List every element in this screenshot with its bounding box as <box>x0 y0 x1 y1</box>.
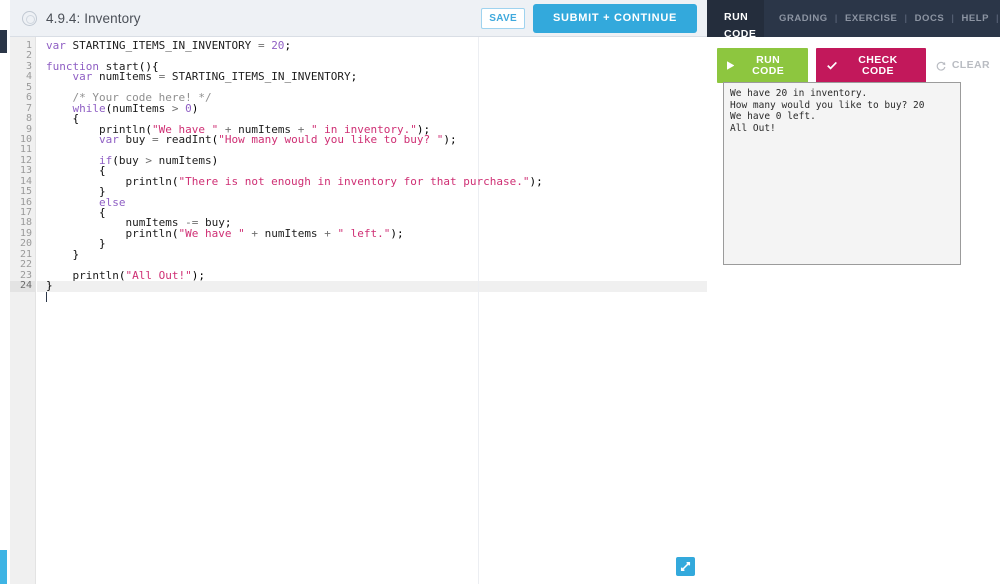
nav-separator: | <box>834 13 838 24</box>
code-line[interactable]: while(numItems > 0) <box>37 102 707 114</box>
nav-link-help[interactable]: HELP <box>961 13 989 24</box>
run-code-tab-line1: RUN <box>724 11 749 23</box>
run-panel: GRADING|EXERCISE|DOCS|HELP|MORE RUN CODE… <box>707 0 1000 584</box>
code-line[interactable]: var buy = readInt("How many would you li… <box>37 134 707 145</box>
nav-separator: | <box>996 13 1000 24</box>
code-line[interactable]: } <box>37 238 707 249</box>
line-number[interactable]: 5 <box>10 82 36 93</box>
code-surface[interactable]: var STARTING_ITEMS_IN_INVENTORY = 20; fu… <box>37 37 707 584</box>
circle-logo-icon <box>22 11 37 26</box>
exercise-header-left: 4.9.4: Inventory <box>10 0 141 37</box>
code-line[interactable]: } <box>37 186 707 197</box>
left-dark-accent-strip <box>0 30 7 53</box>
clear-button-label: CLEAR <box>951 59 990 72</box>
expand-diagonal-icon <box>680 561 691 572</box>
line-number[interactable]: 6 <box>10 92 42 104</box>
console-line: We have 0 left. <box>730 111 816 123</box>
check-code-button[interactable]: CHECK CODE <box>815 48 926 83</box>
exercise-header-bar: 4.9.4: Inventory SAVE SUBMIT + CONTINUE <box>10 0 707 37</box>
text-caret <box>46 292 47 302</box>
run-panel-actions: RUN CODE CHECK CODE CLEAR <box>717 48 1000 83</box>
save-button[interactable]: SAVE <box>481 8 525 29</box>
run-code-button-label: RUN CODE <box>752 54 785 77</box>
checkmark-icon <box>826 61 837 70</box>
line-number[interactable]: 8 <box>10 113 42 125</box>
code-editor[interactable]: 123456789101112131415161718192021222324 … <box>10 37 707 584</box>
editor-gutter: 123456789101112131415161718192021222324 <box>10 37 42 584</box>
nav-separator: | <box>904 13 908 24</box>
line-number[interactable]: 1 <box>10 40 36 51</box>
editor-pane: 4.9.4: Inventory SAVE SUBMIT + CONTINUE … <box>0 0 707 584</box>
left-blue-tab[interactable] <box>0 550 7 584</box>
code-line[interactable]: } <box>37 280 707 291</box>
run-code-button[interactable]: RUN CODE <box>717 48 808 83</box>
submit-continue-button[interactable]: SUBMIT + CONTINUE <box>532 4 697 33</box>
code-line[interactable]: println("There is not enough in inventor… <box>37 175 707 187</box>
code-line[interactable]: if(buy > numItems) <box>37 155 707 166</box>
line-number[interactable]: 24 <box>10 280 36 292</box>
clear-button[interactable]: CLEAR <box>926 53 1000 78</box>
code-line[interactable]: var STARTING_ITEMS_IN_INVENTORY = 20; <box>37 40 707 51</box>
nav-separator: | <box>951 13 955 24</box>
code-line-list[interactable]: var STARTING_ITEMS_IN_INVENTORY = 20; fu… <box>37 40 707 292</box>
code-line[interactable]: println("We have " + numItems + " left."… <box>37 228 707 239</box>
code-line[interactable]: var numItems = STARTING_ITEMS_IN_INVENTO… <box>37 71 707 82</box>
refresh-circle-icon <box>936 61 946 71</box>
line-number[interactable]: 3 <box>10 61 42 73</box>
line-number[interactable]: 15 <box>10 186 36 197</box>
line-number[interactable]: 7 <box>10 103 36 114</box>
line-number[interactable]: 2 <box>10 50 36 61</box>
console-line: How many would you like to buy? 20 <box>730 99 925 111</box>
play-triangle-icon <box>727 61 735 70</box>
console-line: All Out! <box>730 122 776 134</box>
page-root: 4.9.4: Inventory SAVE SUBMIT + CONTINUE … <box>0 0 1000 584</box>
nav-link-exercise[interactable]: EXERCISE <box>845 13 897 24</box>
console-output[interactable]: We have 20 in inventory. How many would y… <box>723 82 961 265</box>
check-code-button-label: CHECK CODE <box>858 54 898 77</box>
console-line: We have 20 in inventory. <box>730 88 868 99</box>
line-number[interactable]: 4 <box>10 71 36 82</box>
line-number-list: 123456789101112131415161718192021222324 <box>10 40 42 292</box>
code-line[interactable]: println("All Out!"); <box>37 269 707 281</box>
nav-link-docs[interactable]: DOCS <box>915 13 945 24</box>
code-line[interactable]: } <box>37 249 707 260</box>
nav-link-list: GRADING|EXERCISE|DOCS|HELP|MORE <box>779 0 1000 37</box>
run-panel-body: RUN CODE CHECK CODE CLEAR We have 20 in … <box>707 37 1000 584</box>
nav-link-grading[interactable]: GRADING <box>779 13 828 24</box>
code-line[interactable]: else <box>37 197 707 208</box>
expand-editor-button[interactable] <box>676 557 695 576</box>
page-title: 4.9.4: Inventory <box>46 11 141 26</box>
exercise-header-actions: SAVE SUBMIT + CONTINUE <box>481 0 697 37</box>
